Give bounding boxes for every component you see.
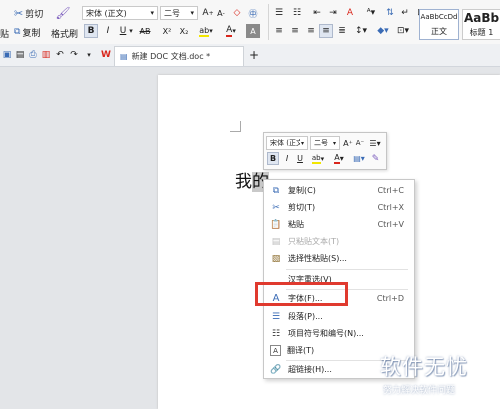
menu-item-paste-text-only[interactable]: ▤ 只粘贴文本(T) <box>264 233 414 250</box>
align-left-icon[interactable]: ≡ <box>272 24 286 38</box>
document-icon: ▤ <box>120 52 128 61</box>
menu-item-cut[interactable]: ✂ 剪切(T) Ctrl+X <box>264 199 414 216</box>
bold-button[interactable]: B <box>84 24 98 38</box>
highlighter-icon: ab <box>199 25 210 37</box>
distribute-icon[interactable]: ≣ <box>335 24 349 38</box>
highlight-button[interactable]: ab ▾ <box>195 24 217 38</box>
chevron-down-icon: ▾ <box>190 9 194 17</box>
show-marks-icon[interactable]: ↵ <box>398 6 412 20</box>
italic-button[interactable]: I <box>101 24 115 38</box>
copy-icon: ⧉ <box>14 27 21 37</box>
mini-shrink-font-icon[interactable]: A⁻ <box>354 136 366 150</box>
char-shading-icon[interactable]: A <box>246 24 260 38</box>
decrease-indent-icon[interactable]: ⇤ <box>310 6 324 20</box>
align-right-icon[interactable]: ≡ <box>304 24 318 38</box>
mini-font-name-select[interactable]: 宋体 (正文 ▾ <box>266 136 308 150</box>
highlight-annotation-box <box>255 282 348 306</box>
borders-icon[interactable]: ⊡▾ <box>394 24 412 38</box>
mini-font-color-button[interactable]: A ▾ <box>330 152 348 165</box>
clear-format-icon[interactable]: ◇ <box>230 6 244 20</box>
translate-icon: A <box>270 345 281 356</box>
wps-logo-icon[interactable]: W <box>99 48 113 62</box>
mini-italic-button[interactable]: I <box>281 152 293 165</box>
print-icon[interactable]: ⎙ <box>26 48 40 62</box>
paste-partial-label[interactable]: 贴 <box>0 27 9 40</box>
numbering-icon[interactable]: ☷ <box>290 6 304 20</box>
align-center-icon[interactable]: ≡ <box>288 24 302 38</box>
hyperlink-icon: 🔗 <box>270 364 282 375</box>
copy-icon: ⧉ <box>272 185 280 196</box>
paste-icon: 📋 <box>270 219 282 230</box>
mini-toolbar: 宋体 (正文 ▾ 二号 ▾ A⁺ A⁻ ☰▾ B I U ab ▾ A ▾ ▤▾ ✎ <box>263 132 387 170</box>
paragraph-icon: ☰ <box>271 311 281 322</box>
copy-button[interactable]: ⧉ 复制 <box>14 25 40 39</box>
new-tab-button[interactable]: + <box>247 48 261 62</box>
ribbon-divider <box>268 4 269 40</box>
format-painter-button[interactable]: 格式刷 <box>51 27 78 40</box>
document-tab[interactable]: ▤ 新建 DOC 文档.doc * <box>114 46 244 66</box>
save-icon[interactable]: ▣ <box>0 48 14 62</box>
context-menu: ⧉ 复制(C) Ctrl+C ✂ 剪切(T) Ctrl+X 📋 粘贴 Ctrl+… <box>263 179 415 379</box>
mini-font-size-select[interactable]: 二号 ▾ <box>310 136 340 150</box>
style-normal[interactable]: AaBbCcDd 正文 <box>419 9 459 40</box>
chevron-down-icon: ▾ <box>150 9 154 17</box>
menu-item-bullets-numbering[interactable]: ☷ 项目符号和编号(N)... <box>264 325 414 342</box>
cut-button[interactable]: ✂ 剪切 <box>14 6 43 20</box>
font-color-button[interactable]: A ▾ <box>220 24 242 38</box>
style-heading-1[interactable]: AaBb 标题 1 <box>462 9 500 40</box>
shrink-font-button[interactable]: A- <box>214 6 228 20</box>
superscript-button[interactable]: X² <box>159 24 175 38</box>
scissors-icon: ✂ <box>14 6 24 20</box>
export-icon[interactable]: ▥ <box>39 48 53 62</box>
font-size-select[interactable]: 二号 ▾ <box>160 6 198 20</box>
customize-dropdown-icon[interactable]: ▾ <box>82 48 96 62</box>
undo-icon[interactable]: ↶ <box>53 48 67 62</box>
mini-bold-button[interactable]: B <box>267 152 279 165</box>
strikethrough-button[interactable]: AB <box>136 24 154 38</box>
menu-item-paste-special[interactable]: ▧ 选择性粘贴(S)... <box>264 250 414 267</box>
margin-corner-mark <box>230 121 241 132</box>
mini-underline-button[interactable]: U <box>294 152 306 165</box>
menu-item-paste[interactable]: 📋 粘贴 Ctrl+V <box>264 216 414 233</box>
chevron-down-icon: ▾ <box>332 139 336 147</box>
underline-dropdown-icon[interactable]: ▾ <box>127 24 135 38</box>
watermark-subtitle: 努力解决软件问题 <box>383 386 456 396</box>
pinyin-icon[interactable]: ㊥ <box>246 6 260 20</box>
bullets-icon[interactable]: ☰ <box>272 6 286 20</box>
chevron-down-icon: ▾ <box>300 139 304 147</box>
font-name-select[interactable]: 宋体 (正文) ▾ <box>82 6 158 20</box>
mini-shading-icon[interactable]: ▤▾ <box>350 152 368 165</box>
brush-icon: 🖌 <box>55 6 71 20</box>
paste-special-icon: ▧ <box>271 253 281 264</box>
chinese-layout-icon[interactable]: A <box>343 6 357 20</box>
mini-grow-font-icon[interactable]: A⁺ <box>342 136 354 150</box>
change-case-icon[interactable]: ᴬ▾ <box>362 6 380 20</box>
format-painter-icon-button[interactable]: 🖌 <box>55 5 71 21</box>
increase-indent-icon[interactable]: ⇥ <box>326 6 340 20</box>
list-icon: ☷ <box>271 328 281 339</box>
mini-format-painter-icon[interactable]: ✎ <box>369 152 382 165</box>
menu-item-paragraph[interactable]: ☰ 段落(P)... <box>264 308 414 325</box>
menu-separator <box>286 269 408 270</box>
justify-icon[interactable]: ≡ <box>319 24 333 38</box>
grow-font-button[interactable]: A + <box>201 6 215 20</box>
mini-line-spacing-icon[interactable]: ☰▾ <box>367 136 383 150</box>
redo-icon[interactable]: ↷ <box>67 48 81 62</box>
paste-text-icon: ▤ <box>271 236 281 247</box>
scissors-icon: ✂ <box>272 202 280 213</box>
quick-access-tab-bar: ▣ ▤ ⎙ ▥ ↶ ↷ ▾ W ▤ 新建 DOC 文档.doc * + <box>0 44 500 67</box>
text-direction-icon[interactable]: ⇅ <box>383 6 397 20</box>
watermark-title: 软件无忧 <box>380 355 468 379</box>
print-preview-icon[interactable]: ▤ <box>13 48 27 62</box>
menu-item-copy[interactable]: ⧉ 复制(C) Ctrl+C <box>264 182 414 199</box>
subscript-button[interactable]: X₂ <box>176 24 192 38</box>
mini-highlight-icon[interactable]: ab ▾ <box>308 152 328 165</box>
line-spacing-icon[interactable]: ↕▾ <box>352 24 370 38</box>
shading-icon[interactable]: ◆▾ <box>374 24 392 38</box>
ribbon: ✂ 剪切 🖌 贴 ⧉ 复制 格式刷 宋体 (正文) ▾ 二号 ▾ A + A- ◇… <box>0 0 500 45</box>
